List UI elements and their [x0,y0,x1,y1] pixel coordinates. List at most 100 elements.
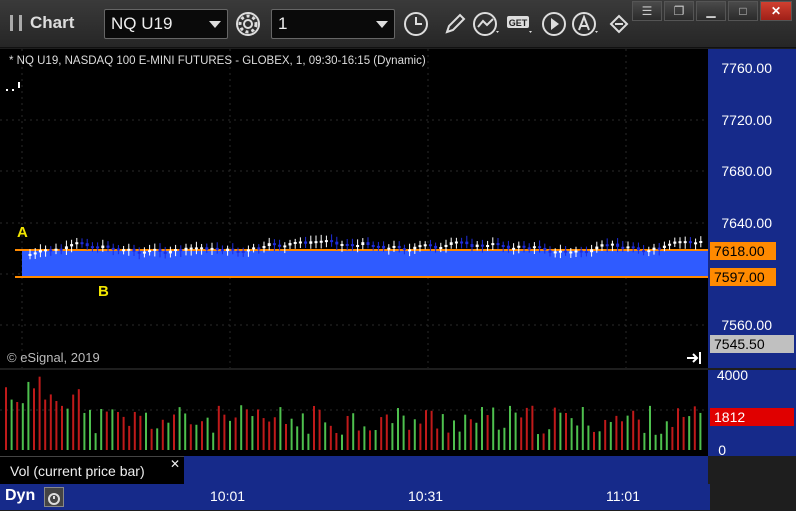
volume-bar [5,387,7,450]
symbol-combo[interactable]: NQ U19 [104,9,228,39]
candle-body [600,244,604,247]
volume-bar [542,433,545,450]
candle-body [272,243,276,246]
volume-bar [430,410,433,450]
close-button[interactable]: ✕ [760,1,792,21]
candle-body [668,243,672,246]
price-axis[interactable]: 7760.00 7720.00 7680.00 7640.00 7560.00 … [708,49,796,368]
volume-bar [122,416,125,450]
candle-body [517,245,521,248]
candle-body [205,247,209,250]
volume-bar [453,420,455,450]
volume-bar [576,425,579,450]
scroll-to-end-button[interactable] [686,350,704,366]
time-axis[interactable]: Dyn 10:01 10:31 11:01 [0,484,710,510]
svg-text:GET: GET [509,18,528,28]
volume-bar [397,408,399,450]
candle-body [106,245,110,248]
volume-bar [671,426,674,450]
volume-chart[interactable] [0,370,708,456]
volume-bar [33,388,35,450]
candle-body [350,244,354,247]
volume-bar [262,418,265,450]
chart-header: * NQ U19, NASDAQ 100 E-MINI FUTURES - GL… [9,55,426,67]
volume-axis[interactable]: 4000 0 1812 [708,367,796,458]
restore-button[interactable]: ❐ [664,1,694,21]
volume-bar [251,416,254,450]
volume-bar [598,431,601,450]
volume-bar [16,402,19,450]
candle-body [345,243,349,246]
close-study-icon[interactable]: ✕ [170,457,180,471]
candle-body [387,247,391,250]
volume-bar [374,430,377,450]
volume-bar [570,418,573,450]
volume-bar [677,408,679,450]
get-button[interactable]: GET [505,9,535,39]
candle-body [44,249,48,252]
link-button[interactable] [604,9,634,39]
candle-body [137,251,141,254]
candle-body [631,246,635,249]
grip-icon[interactable] [10,15,22,31]
candle-body [491,243,495,246]
volume-bar [313,405,315,450]
volume-pane[interactable] [0,370,708,456]
minimize-button[interactable]: ▁ [696,1,726,21]
chevron-down-icon [376,21,388,28]
candle-body [116,248,120,251]
lock-button[interactable] [44,487,64,507]
price-tick: 7680.00 [721,163,772,179]
candle-body [298,241,302,244]
candle-body [371,244,375,247]
candle-body [194,247,198,250]
volume-bar [296,426,299,450]
price-tick: 7560.00 [721,317,772,333]
alert-button[interactable] [571,9,601,39]
price-tick: 7760.00 [721,60,772,76]
volume-bar [413,419,416,450]
time-button[interactable] [401,9,431,39]
menu-icon: ☰ [641,4,653,18]
price-tick: 7720.00 [721,112,772,128]
volume-bar [184,413,187,450]
price-pane[interactable] [0,49,708,368]
volume-bar [44,399,47,450]
candle-body [163,251,167,254]
copyright: © eSignal, 2019 [7,350,100,365]
draw-button[interactable] [440,9,470,39]
volume-bar [89,409,91,450]
settings-button[interactable] [233,9,263,39]
candle-body [522,245,526,248]
maximize-button[interactable]: □ [728,1,758,21]
volume-bar [682,416,685,450]
candle-body [356,245,360,248]
price-chart[interactable] [0,49,708,368]
candle-body [168,250,172,254]
early-tick [6,89,8,91]
volume-bar [486,415,489,450]
volume-bar [189,424,192,450]
candle-body [376,245,380,248]
volume-bar [273,417,276,450]
candle-body [621,246,625,249]
volume-bar [654,434,657,450]
dynamic-mode-label[interactable]: Dyn [5,487,35,505]
clock-icon [404,12,428,36]
symbol-value: NQ U19 [111,14,173,33]
candle-body [200,247,204,250]
candle-body [605,244,609,247]
candle-body [569,251,573,254]
volume-bar [559,412,562,450]
candle-body [283,245,287,248]
interval-combo[interactable]: 1 [271,9,395,39]
volume-bar [279,407,282,450]
play-button[interactable] [539,9,569,39]
volume-bar [604,419,607,450]
minimize-icon: ▁ [706,4,716,18]
volume-bar [240,405,243,450]
studies-button[interactable] [472,9,502,39]
volume-bar [649,405,651,450]
volume-bar [464,414,467,450]
menu-button[interactable]: ☰ [632,1,662,21]
